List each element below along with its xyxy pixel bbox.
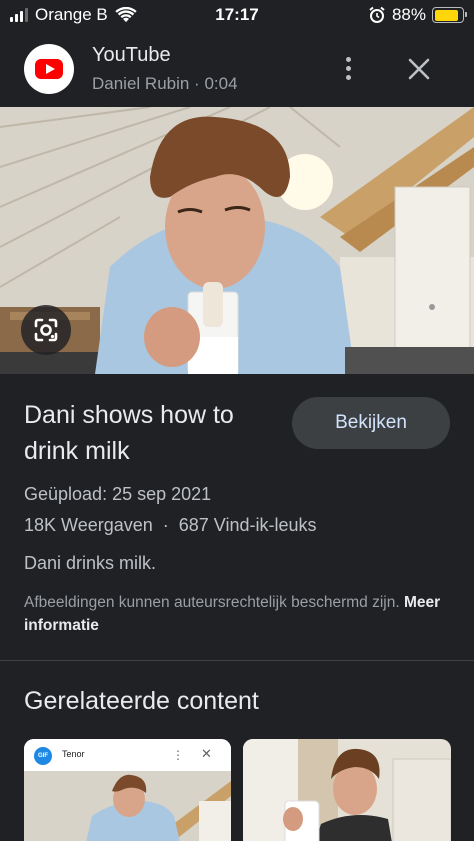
view-button[interactable]: Bekijken xyxy=(292,397,450,449)
related-card[interactable] xyxy=(243,739,451,841)
alarm-icon xyxy=(369,6,385,23)
battery-percent: 88% xyxy=(391,5,426,24)
status-right: 88% xyxy=(368,5,467,25)
lens-button[interactable] xyxy=(21,305,71,355)
close-icon[interactable]: ✕ xyxy=(201,746,212,762)
related-card-image xyxy=(243,739,451,841)
google-lens-icon xyxy=(34,318,58,342)
source-header: YouTube Daniel Rubin · 0:04 xyxy=(0,30,474,107)
related-card[interactable]: GIF Tenor ⋮ ✕ xyxy=(24,739,231,841)
related-heading: Gerelateerde content xyxy=(24,687,259,715)
related-card-image xyxy=(24,771,231,841)
youtube-logo[interactable] xyxy=(24,44,74,94)
related-card-source: Tenor xyxy=(62,749,85,759)
result-title: Dani shows how to drink milk xyxy=(24,401,234,465)
source-meta: Daniel Rubin · 0:04 xyxy=(92,74,238,93)
stats: 18K Weergaven · 687 Vind-ik-leuks xyxy=(24,515,317,536)
video-thumbnail xyxy=(0,107,474,374)
upload-date: Geüpload: 25 sep 2021 xyxy=(24,484,212,504)
stats-separator: · xyxy=(162,515,169,535)
battery-fill xyxy=(434,9,459,21)
divider xyxy=(0,660,474,661)
battery-icon xyxy=(432,7,467,23)
description: Dani drinks milk. xyxy=(24,553,157,573)
copyright-notice: Afbeeldingen kunnen auteursrechtelijk be… xyxy=(24,591,454,637)
youtube-play-icon xyxy=(35,59,63,79)
related-card-header: GIF Tenor ⋮ ✕ xyxy=(24,739,231,771)
more-vert-icon[interactable]: ⋮ xyxy=(172,748,184,762)
more-vert-icon[interactable] xyxy=(334,52,362,84)
copyright-text: Afbeeldingen kunnen auteursrechtelijk be… xyxy=(24,594,400,611)
main-image[interactable] xyxy=(0,107,474,374)
status-bar: Orange B 17:17 88% xyxy=(0,0,474,30)
tenor-logo-icon: GIF xyxy=(34,747,52,765)
source-name[interactable]: YouTube xyxy=(92,44,171,67)
close-icon[interactable] xyxy=(404,54,434,84)
views-count: 18K Weergaven xyxy=(24,515,153,535)
likes-count: 687 Vind-ik-leuks xyxy=(178,515,317,535)
